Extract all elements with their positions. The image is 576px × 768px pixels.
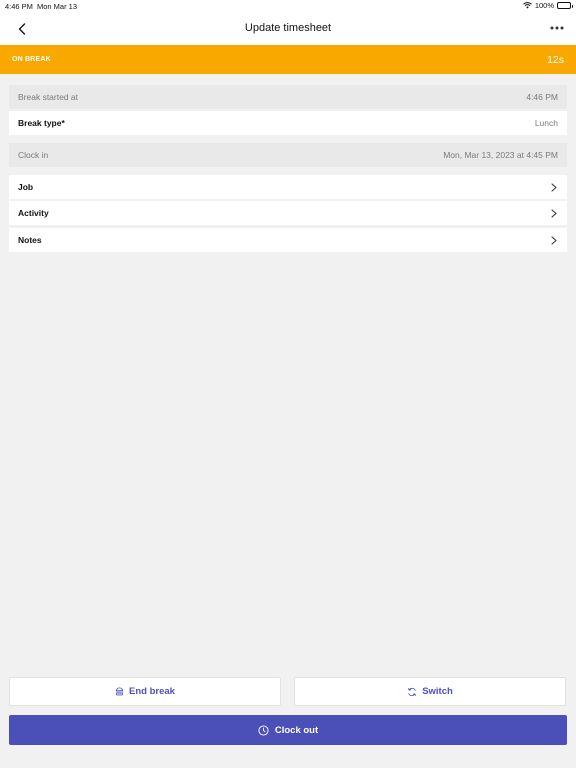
more-options-button[interactable] [549,22,565,34]
clock-out-label: Clock out [274,724,319,736]
refresh-icon [407,687,417,697]
break-status-label: ON BREAK [12,56,51,63]
burger-icon [115,687,124,696]
end-break-label: End break [129,686,175,697]
clock-out-button[interactable]: Clock out [9,715,567,745]
clock-in-label: Clock in [18,150,49,160]
chevron-right-icon [550,208,558,218]
clock-in-value: Mon, Mar 13, 2023 at 4:45 PM [443,150,558,160]
page-title: Update timesheet [244,22,332,34]
job-row[interactable]: Job [9,175,567,199]
status-date: Mon Mar 13 [37,2,78,11]
notes-row[interactable]: Notes [9,228,567,252]
break-timer: 12s [547,54,564,66]
nav-bar: Update timesheet [0,12,576,45]
end-break-button[interactable]: End break [9,677,281,706]
switch-label: Switch [422,686,453,697]
break-started-label: Break started at [18,92,79,102]
status-right: 100% [522,1,573,10]
chevron-right-icon [550,182,558,192]
battery-icon [557,2,573,9]
clock-icon [258,724,269,736]
break-started-value: 4:46 PM [526,92,558,102]
status-bar: 4:46 PM Mon Mar 13 100% [0,0,576,12]
switch-button[interactable]: Switch [294,677,566,706]
notes-label: Notes [18,235,42,245]
wifi-icon [522,2,532,9]
job-label: Job [18,182,34,192]
chevron-right-icon [550,235,558,245]
status-time: 4:46 PM [5,2,33,11]
activity-label: Activity [18,208,49,218]
break-type-value: Lunch [534,118,558,128]
break-type-label: Break type* [18,118,65,128]
break-status-banner: ON BREAK 12s [0,45,576,74]
battery-percent: 100% [534,1,554,10]
more-horizontal-icon [550,26,564,30]
break-type-row[interactable]: Break type* Lunch [9,111,567,135]
activity-row[interactable]: Activity [9,201,567,225]
break-started-row: Break started at 4:46 PM [9,85,567,109]
clock-in-row: Clock in Mon, Mar 13, 2023 at 4:45 PM [9,143,567,167]
